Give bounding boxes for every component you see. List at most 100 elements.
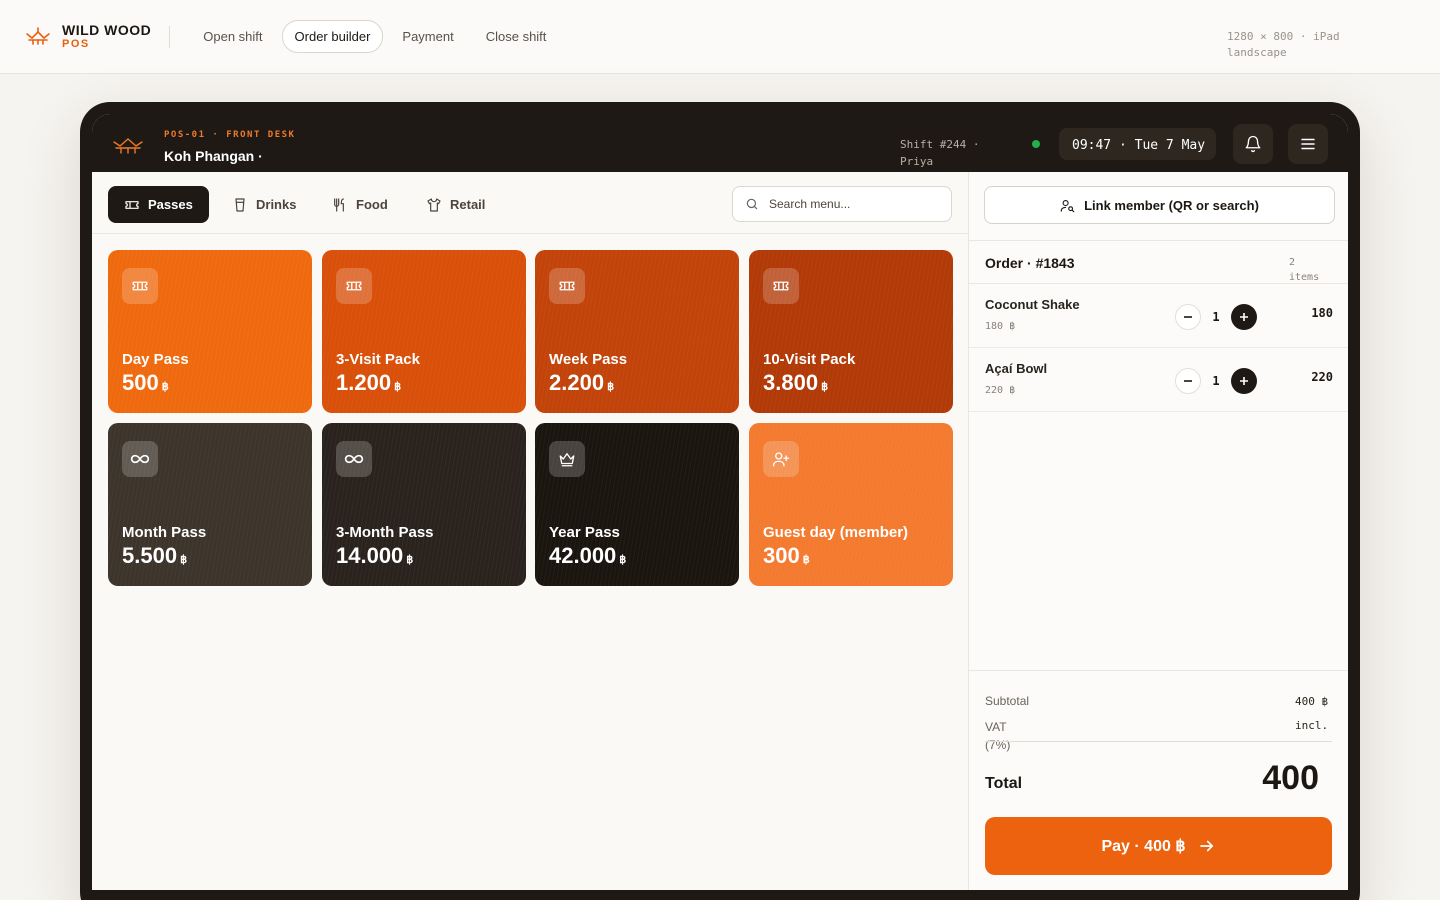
search-icon — [746, 198, 758, 210]
currency: ฿ — [821, 381, 829, 393]
menu-button[interactable] — [1288, 124, 1328, 164]
nav-payment[interactable]: Payment — [389, 20, 466, 53]
plus-icon — [1240, 313, 1248, 321]
pos-screen: POS-01 · FRONT DESK Koh Phangan · Shift … — [92, 114, 1348, 890]
price-value: 1.200 — [336, 370, 392, 395]
decrease-button[interactable] — [1175, 304, 1201, 330]
order-title: Order · #1843 — [985, 255, 1075, 271]
tab-label: Passes — [148, 197, 193, 212]
price-value: 42.000 — [549, 543, 617, 568]
total-label: Total — [985, 775, 1023, 792]
shift-info: Shift #244 · Priya — [900, 138, 980, 168]
search-input[interactable] — [769, 197, 939, 211]
user-plus-icon — [763, 441, 799, 477]
tile-name: 10-Visit Pack — [763, 351, 856, 368]
tile-name: Week Pass — [549, 351, 628, 368]
crown-icon — [549, 441, 585, 477]
tile-week-pass[interactable]: Week Pass 2.200 ฿ — [535, 250, 739, 413]
line-item-name: Coconut Shake — [985, 297, 1080, 312]
brand: WILD WOOD POS — [24, 22, 151, 51]
tile-name: Guest day (member) — [763, 524, 909, 541]
ticket-icon — [125, 200, 139, 209]
shirt-icon — [427, 197, 441, 212]
currency: ฿ — [619, 554, 627, 566]
tile-guest-day[interactable]: Guest day (member) 300 ฿ — [749, 423, 953, 586]
divider — [985, 741, 1332, 742]
tile-name: Day Pass — [122, 351, 189, 368]
pos-logo-icon — [113, 138, 143, 154]
increase-button[interactable] — [1231, 368, 1257, 394]
device-size-note: 1280 × 800 · iPad landscape — [1227, 30, 1340, 59]
tile-name: 3-Month Pass — [336, 524, 434, 541]
vat-label: VAT (7%) — [985, 720, 1011, 752]
price-value: 300 — [763, 543, 800, 568]
order-item-count: 2 items — [1289, 257, 1320, 283]
user-search-icon — [1060, 199, 1075, 212]
tab-retail[interactable]: Retail — [410, 186, 501, 223]
line-unit-price: 180 ฿ — [985, 321, 1016, 332]
order-line: Coconut Shake 180 ฿ 1 180 — [969, 284, 1348, 348]
tile-3-month-pass[interactable]: 3-Month Pass 14.000 ฿ — [322, 423, 526, 586]
quantity-stepper: 1 — [1175, 368, 1257, 394]
currency: ฿ — [394, 381, 402, 393]
tile-month-pass[interactable]: Month Pass 5.500 ฿ — [108, 423, 312, 586]
top-nav: Open shift Order builder Payment Close s… — [190, 20, 559, 53]
order-panel: Link member (QR or search) Order · #1843… — [968, 172, 1348, 890]
tile-price: 42.000 ฿ — [549, 543, 626, 569]
tile-price: 3.800 ฿ — [763, 370, 828, 396]
ticket-icon — [763, 268, 799, 304]
terminal-label: POS-01 · FRONT DESK — [164, 130, 296, 140]
tile-price: 300 ฿ — [763, 543, 810, 569]
tile-3-visit-pack[interactable]: 3-Visit Pack 1.200 ฿ — [322, 250, 526, 413]
notifications-button[interactable] — [1233, 124, 1273, 164]
nav-open-shift[interactable]: Open shift — [190, 20, 275, 53]
nav-order-builder[interactable]: Order builder — [281, 20, 384, 53]
currency: ฿ — [161, 381, 169, 393]
arrow-right-icon — [1199, 840, 1213, 852]
quantity-value: 1 — [1212, 374, 1220, 388]
tile-name: 3-Visit Pack — [336, 351, 420, 368]
catalog-panel: Passes Drinks Food Retail Search menu...… — [92, 172, 968, 890]
bell-icon — [1245, 135, 1261, 153]
order-totals: Subtotal 400 ฿ VAT (7%) incl. Total 400 … — [969, 670, 1348, 890]
order-header: Order · #1843 2 items — [969, 240, 1348, 284]
nav-close-shift[interactable]: Close shift — [473, 20, 560, 53]
ticket-icon — [336, 268, 372, 304]
plus-icon — [1240, 377, 1248, 385]
tab-drinks[interactable]: Drinks — [216, 186, 312, 223]
tile-name: Month Pass — [122, 524, 207, 541]
price-value: 3.800 — [763, 370, 819, 395]
subtotal-label: Subtotal — [985, 694, 1030, 708]
tile-price: 2.200 ฿ — [549, 370, 614, 396]
pay-label: Pay · 400 ฿ — [1101, 838, 1186, 855]
increase-button[interactable] — [1231, 304, 1257, 330]
tab-passes[interactable]: Passes — [108, 186, 209, 223]
currency: ฿ — [607, 381, 615, 393]
subtotal-value: 400 ฿ — [1295, 695, 1329, 708]
line-total: 180 — [1311, 306, 1333, 320]
brand-logo-icon — [26, 27, 50, 46]
decrease-button[interactable] — [1175, 368, 1201, 394]
currency: ฿ — [802, 554, 810, 566]
quantity-value: 1 — [1212, 310, 1220, 324]
search-box — [732, 186, 952, 222]
pay-button[interactable]: Pay · 400 ฿ — [985, 817, 1332, 875]
tile-10-visit-pack[interactable]: 10-Visit Pack 3.800 ฿ — [749, 250, 953, 413]
currency: ฿ — [406, 554, 414, 566]
app-topbar: WILD WOOD POS Open shift Order builder P… — [0, 0, 1440, 74]
price-value: 2.200 — [549, 370, 605, 395]
tab-label: Retail — [450, 197, 486, 212]
tile-day-pass[interactable]: Day Pass 500 ฿ — [108, 250, 312, 413]
brand-subtitle: POS — [62, 38, 90, 51]
clock-display: 09:47 · Tue 7 May — [1059, 128, 1216, 160]
tile-price: 1.200 ฿ — [336, 370, 401, 396]
tile-year-pass[interactable]: Year Pass 42.000 ฿ — [535, 423, 739, 586]
tile-price: 14.000 ฿ — [336, 543, 413, 569]
tile-price: 5.500 ฿ — [122, 543, 187, 569]
utensils-icon — [334, 197, 344, 212]
price-value: 5.500 — [122, 543, 178, 568]
price-value: 14.000 — [336, 543, 404, 568]
link-member-button[interactable]: Link member (QR or search) — [984, 186, 1335, 224]
cup-icon — [235, 197, 245, 212]
tab-food[interactable]: Food — [316, 186, 404, 223]
